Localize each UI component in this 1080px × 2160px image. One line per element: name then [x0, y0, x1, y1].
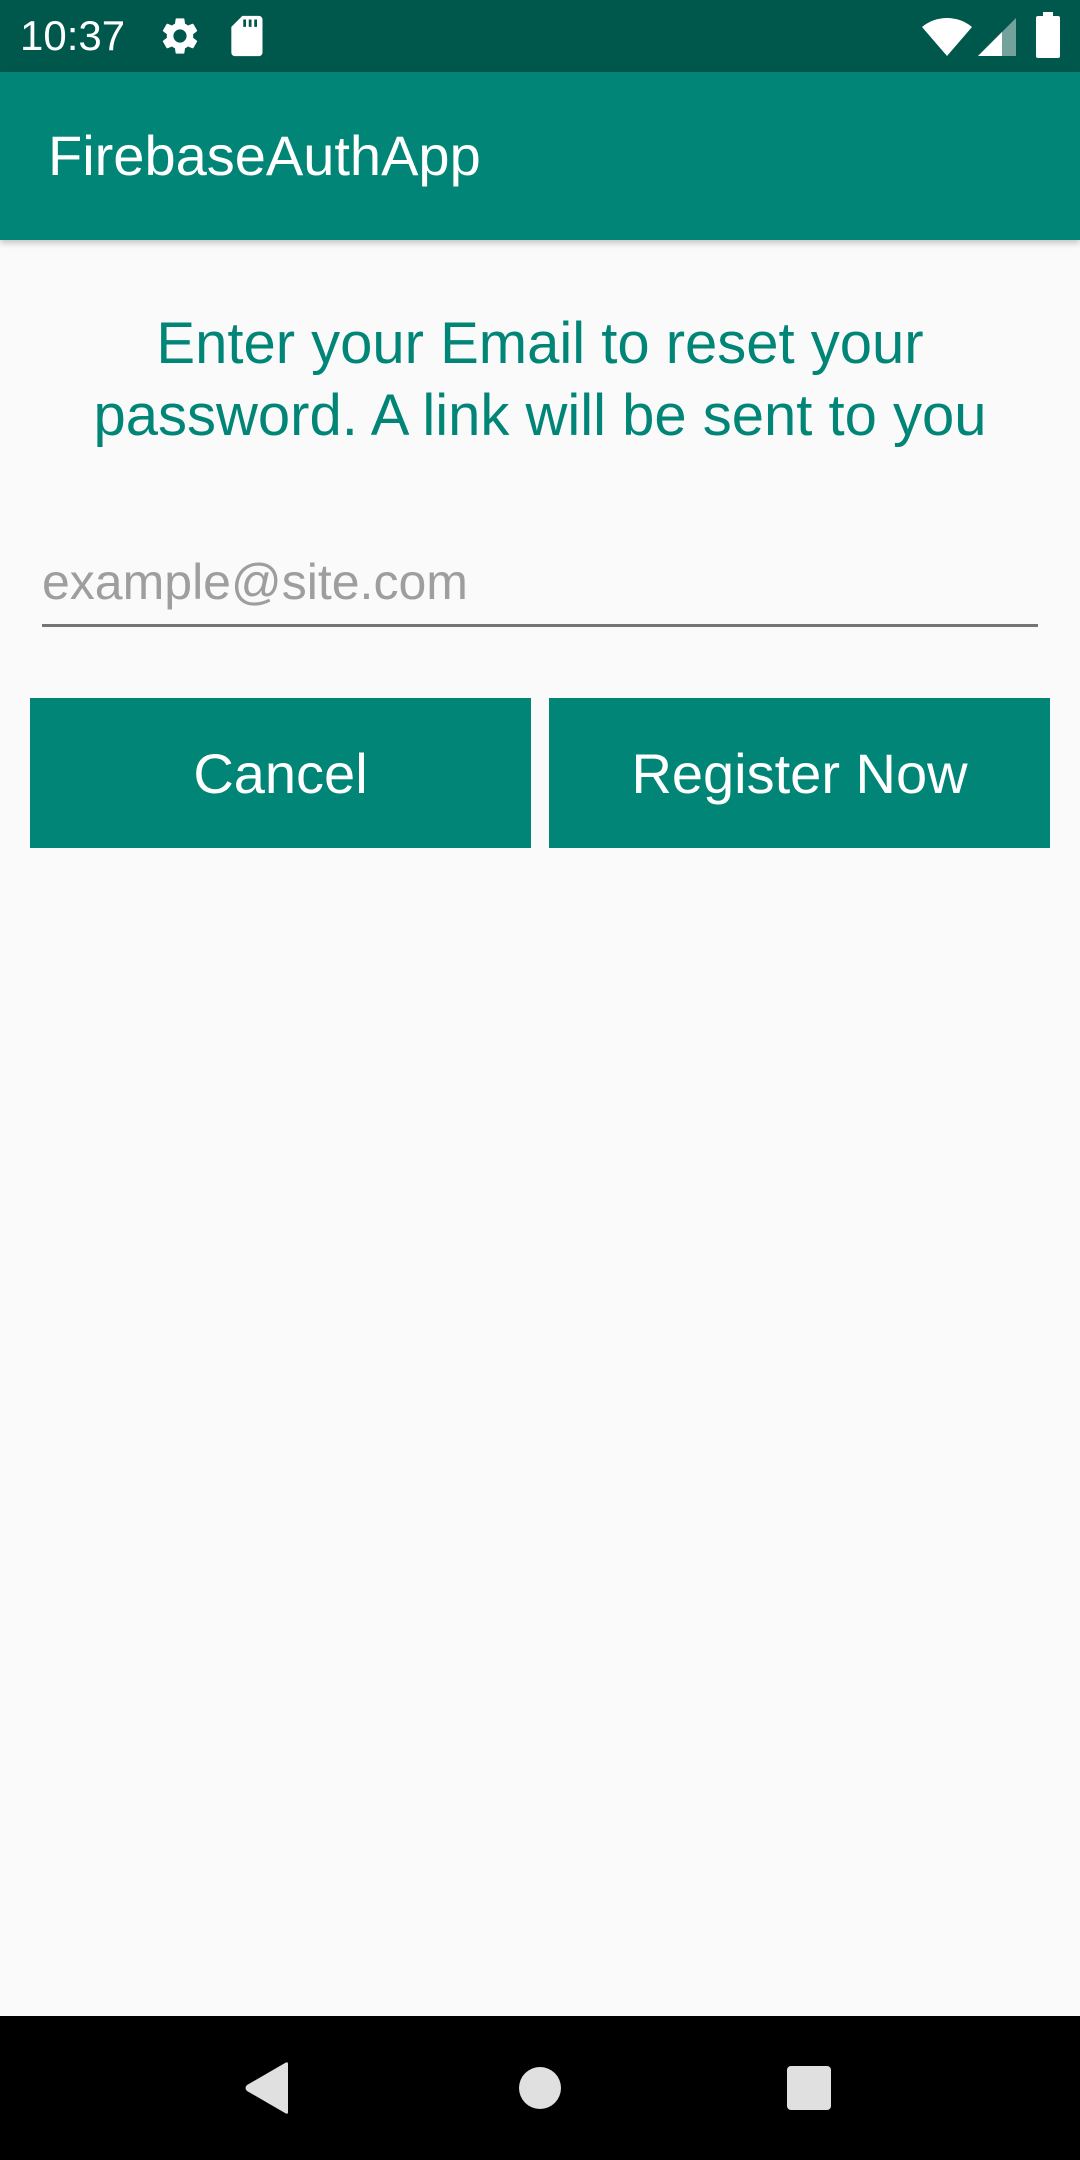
back-icon[interactable]: [244, 2062, 292, 2114]
status-time: 10:37: [20, 12, 126, 59]
home-icon[interactable]: [518, 2066, 566, 2114]
gear-icon: [158, 14, 202, 63]
register-now-button[interactable]: Register Now: [549, 698, 1050, 848]
navigation-bar: [0, 2016, 1080, 2160]
screen: 10:37 FirebaseAuthApp Enter your Email t…: [0, 0, 1080, 2160]
cellular-signal-icon: [978, 18, 1016, 61]
email-input[interactable]: [42, 540, 1038, 627]
wifi-icon: [922, 18, 972, 61]
app-title: FirebaseAuthApp: [48, 124, 481, 187]
reset-instruction-text: Enter your Email to reset your password.…: [93, 311, 987, 448]
recents-icon[interactable]: [787, 2066, 835, 2114]
cancel-button[interactable]: Cancel: [30, 698, 531, 848]
sd-card-icon: [226, 14, 266, 63]
status-bar: 10:37: [0, 0, 1080, 72]
battery-icon: [1036, 12, 1060, 63]
app-bar: FirebaseAuthApp: [0, 72, 1080, 240]
